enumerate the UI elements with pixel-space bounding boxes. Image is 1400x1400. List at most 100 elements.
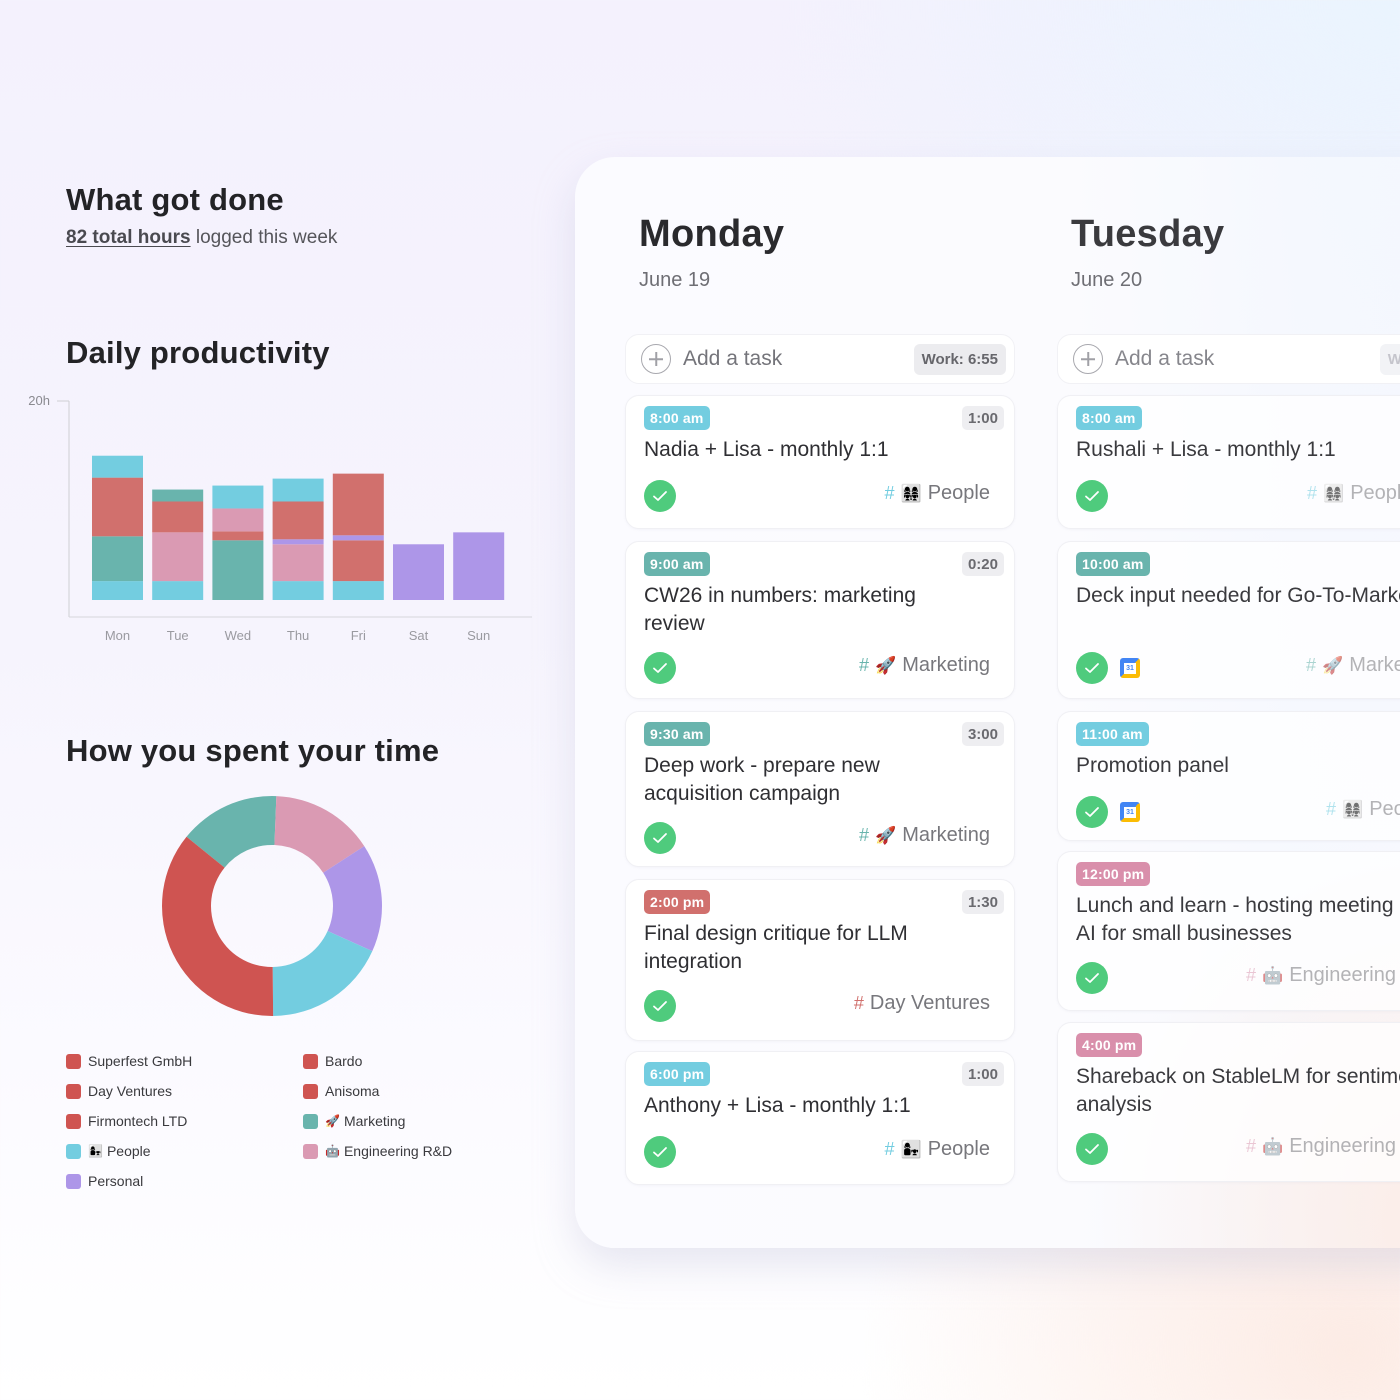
tag-emoji-icon: 🤖 [1262,1136,1284,1156]
bar-tue [152,489,204,600]
tag-label: Marketing [902,824,990,846]
legend-label: Personal [88,1173,144,1189]
legend-item: Day Ventures [66,1082,303,1100]
legend-label: Firmontech LTD [88,1113,188,1129]
hash-icon: # [1306,655,1317,675]
task-time-badge: 2:00 pm [644,890,711,914]
checkmark-icon [653,833,667,843]
task-tag[interactable]: #🚀Marketing [1306,654,1400,677]
bar-segment [152,581,204,600]
bar-segment [152,489,204,502]
task-tag[interactable]: #🤖Engineering R&D [1246,1135,1400,1158]
task-card[interactable]: 8:00 am Rushali + Lisa - monthly 1:1 # 👩‍👩‍… [1057,395,1400,529]
summary-suffix: logged this week [190,227,338,248]
task-done-checkbox[interactable] [644,652,676,684]
task-card[interactable]: 6:00 pm 1:00 Anthony + Lisa - monthly 1:1 #… [625,1051,1015,1185]
legend-label: Day Ventures [88,1083,173,1099]
task-card[interactable]: 8:00 am 1:00 Nadia + Lisa - monthly 1:1 # 👩‍… [625,395,1015,529]
task-card[interactable]: 2:00 pm 1:30 Final design critique for LLM… [625,879,1015,1041]
legend-swatch [66,1113,81,1129]
legend-item: Personal [66,1172,303,1190]
task-tag[interactable]: #👩‍👩‍👧‍👧People [885,482,990,505]
x-tick-label: Tue [167,628,189,643]
bar-segment [152,501,204,533]
bar-segment [453,532,505,600]
task-tag[interactable]: # 👩‍👧 People [885,1138,990,1161]
summary-title: What got done [66,182,284,217]
week-planner-panel: Monday June 19 Add a task Work: 6:55 8:00 am… [575,157,1400,1248]
legend-item: 🚀 Marketing [303,1112,503,1130]
task-card[interactable]: 11:00 am Promotion panel 31 #👩‍👩‍👧‍👧People [1057,711,1400,841]
task-tag[interactable]: #🤖Engineering R&D [1246,964,1400,987]
bar-sun [453,532,505,600]
task-done-checkbox[interactable] [1076,1133,1108,1165]
task-card[interactable]: 10:00 am Deck input needed for Go-To-Mark… [1057,541,1400,699]
task-done-checkbox[interactable] [644,822,676,854]
x-tick-label: Sun [467,628,490,643]
legend-label: Superfest GmbH [88,1053,193,1069]
donut-legend: Superfest GmbH Bardo Day Ventures Anisoma Fi… [66,1052,486,1190]
task-done-checkbox[interactable] [1076,962,1108,994]
legend-swatch [303,1053,318,1069]
legend-item: 🤖 Engineering R&D [303,1142,503,1160]
legend-swatch [66,1143,81,1159]
checkmark-icon [1085,973,1099,983]
hash-icon: # [859,825,870,845]
task-tag[interactable]: #🚀Marketing [859,654,990,677]
task-done-checkbox[interactable] [644,990,676,1022]
x-tick-label: Thu [287,628,309,643]
work-total-badge: Work: 6:55 [913,344,1006,375]
x-tick-label: Fri [351,628,366,643]
task-title: Rushali + Lisa - monthly 1:1 [1076,438,1336,461]
task-tag[interactable]: #👩‍👩‍👧‍👧People [1307,482,1400,505]
tag-emoji-icon: 👩‍👩‍👧‍👧 [1323,483,1345,503]
task-time-badge: 8:00 am [644,406,710,430]
task-duration-badge: 1:00 [961,1062,1004,1086]
task-done-checkbox[interactable] [1076,796,1108,828]
checkmark-icon [653,663,667,673]
tag-emoji-icon: 🤖 [1262,965,1284,985]
add-task-label: Add a task [683,347,783,370]
total-hours-link[interactable]: 82 total hours [66,227,191,248]
donut-slice-clients [162,836,274,1016]
add-task-label: Add a task [1115,347,1215,370]
legend-item: Superfest GmbH [66,1052,303,1070]
bar-segment [332,535,384,541]
daily-productivity-chart: 20h Mon Tue Wed Thu Fri Sat Sun [28,393,532,643]
add-task-button[interactable]: Add a task Work: [1057,334,1400,384]
task-tag[interactable]: # Day Ventures [854,992,990,1015]
add-task-button[interactable]: Add a task Work: 6:55 [625,334,1015,384]
task-card[interactable]: 9:30 am 3:00 Deep work - prepare new acqui… [625,711,1015,867]
tag-label: People [1350,482,1400,504]
bar-segment [152,532,204,582]
task-card[interactable]: 4:00 pm Shareback on StableLM for sentime… [1057,1022,1400,1182]
checkmark-icon [1085,663,1099,673]
bar-segment [92,477,143,537]
work-total-badge: Work: [1379,344,1400,375]
summary-subtitle: 82 total hours logged this week [66,227,337,249]
bar-segment [272,478,324,502]
bar-segment [272,501,324,540]
checkmark-icon [653,1147,667,1157]
task-tag[interactable]: #👩‍👩‍👧‍👧People [1326,798,1400,821]
task-time-badge: 6:00 pm [644,1062,711,1086]
task-done-checkbox[interactable] [1076,652,1108,684]
legend-item: Bardo [303,1052,503,1070]
task-done-checkbox[interactable] [644,480,676,512]
legend-emoji-icon: 🚀 [325,1114,340,1128]
time-spent-title: How you spent your time [66,733,440,768]
bar-segment [92,455,143,478]
task-tag[interactable]: #🚀Marketing [859,824,990,847]
task-card[interactable]: 9:00 am 0:20 CW26 in numbers: marketing re… [625,541,1015,699]
time-spent-donut [162,796,382,1016]
day-date: June 19 [639,269,711,291]
task-done-checkbox[interactable] [1076,480,1108,512]
task-title: Final design critique for LLM integratio… [644,922,908,973]
tag-label: Marketing [1349,654,1400,676]
task-title: CW26 in numbers: marketing review [644,584,916,635]
task-done-checkbox[interactable] [644,1136,676,1168]
task-card[interactable]: 12:00 pm Lunch and learn - hosting meetin… [1057,851,1400,1011]
y-tick-label: 20h [28,393,50,408]
hash-icon: # [1246,965,1257,985]
legend-label: Bardo [325,1053,363,1069]
